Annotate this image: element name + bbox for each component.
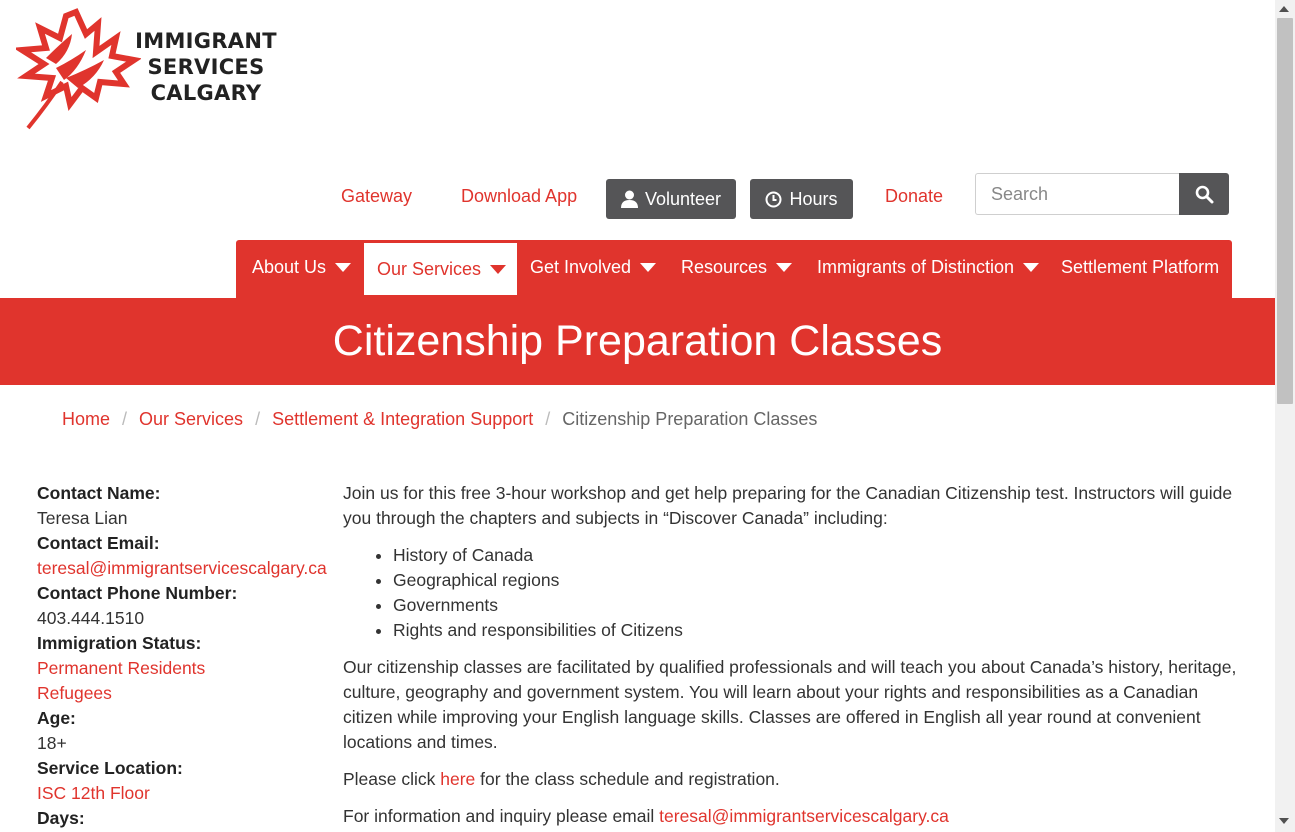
nav-item-get-involved[interactable]: Get Involved bbox=[530, 240, 657, 295]
page: IMMIGRANT SERVICES CALGARY Gateway Downl… bbox=[0, 0, 1275, 832]
search-button[interactable] bbox=[1179, 173, 1229, 215]
list-item: Governments bbox=[393, 593, 1248, 618]
logo-line-1: IMMIGRANT bbox=[135, 29, 277, 53]
status-refugees-link[interactable]: Refugees bbox=[37, 681, 337, 706]
nav-item-label: Our Services bbox=[377, 258, 482, 279]
nav-item-about-us[interactable]: About Us bbox=[252, 240, 352, 295]
description-paragraph: Our citizenship classes are facilitated … bbox=[343, 657, 1237, 752]
age-label: Age: bbox=[37, 708, 76, 728]
contact-phone-value: 403.444.1510 bbox=[37, 608, 145, 628]
contact-name-label: Contact Name: bbox=[37, 483, 161, 503]
caret-down-icon bbox=[776, 263, 793, 272]
list-item: Geographical regions bbox=[393, 568, 1248, 593]
scroll-down-arrow-icon[interactable] bbox=[1279, 818, 1289, 824]
breadcrumb-our-services[interactable]: Our Services bbox=[139, 409, 243, 430]
maple-leaf-icon bbox=[16, 8, 141, 130]
inquiry-paragraph: For information and inquiry please email… bbox=[343, 804, 1248, 829]
list-item: Rights and responsibilities of Citizens bbox=[393, 618, 1248, 643]
page-title-banner: Citizenship Preparation Classes bbox=[0, 298, 1275, 385]
volunteer-label: Volunteer bbox=[644, 188, 722, 209]
schedule-paragraph: Please click here for the class schedule… bbox=[343, 767, 1248, 792]
breadcrumb-current: Citizenship Preparation Classes bbox=[562, 409, 818, 429]
days-label: Days: bbox=[37, 808, 85, 828]
nav-item-label: Settlement Platform bbox=[1061, 257, 1220, 277]
nav-item-settlement-platform[interactable]: Settlement Platform bbox=[1061, 240, 1219, 295]
caret-down-icon bbox=[1023, 263, 1040, 272]
intro-paragraph: Join us for this free 3-hour workshop an… bbox=[343, 483, 1233, 528]
caret-down-icon bbox=[640, 263, 657, 272]
site-logo[interactable]: IMMIGRANT SERVICES CALGARY bbox=[16, 8, 286, 130]
nav-item-resources[interactable]: Resources bbox=[681, 240, 793, 295]
gateway-link[interactable]: Gateway bbox=[341, 186, 412, 207]
user-icon bbox=[620, 190, 638, 208]
hours-button[interactable]: Hours bbox=[750, 179, 853, 219]
main-nav: About Us Our Services Get Involved Resou… bbox=[236, 240, 1232, 298]
download-app-link[interactable]: Download App bbox=[461, 186, 577, 207]
scrollbar-thumb[interactable] bbox=[1277, 18, 1293, 404]
immigration-status-label: Immigration Status: bbox=[37, 633, 202, 653]
nav-item-immigrants-of-distinction[interactable]: Immigrants of Distinction bbox=[817, 240, 1040, 295]
contact-name-value: Teresa Lian bbox=[37, 508, 128, 528]
logo-line-2: SERVICES bbox=[147, 55, 265, 79]
status-permanent-residents-link[interactable]: Permanent Residents bbox=[37, 656, 337, 681]
breadcrumb-separator: / bbox=[122, 409, 128, 429]
contact-phone-label: Contact Phone Number: bbox=[37, 583, 238, 603]
search-form bbox=[975, 173, 1229, 215]
schedule-prefix: Please click bbox=[343, 769, 441, 789]
breadcrumb-separator: / bbox=[255, 409, 261, 429]
nav-item-label: Resources bbox=[681, 257, 768, 277]
breadcrumb: Home / Our Services / Settlement & Integ… bbox=[62, 409, 817, 430]
logo-line-3: CALGARY bbox=[150, 81, 262, 105]
volunteer-button[interactable]: Volunteer bbox=[606, 179, 736, 219]
nav-item-label: About Us bbox=[252, 257, 327, 277]
search-icon bbox=[1195, 185, 1213, 203]
logo-wordmark: IMMIGRANT SERVICES CALGARY bbox=[126, 28, 286, 106]
contact-email-label: Contact Email: bbox=[37, 533, 160, 553]
service-description: Join us for this free 3-hour workshop an… bbox=[343, 481, 1248, 832]
inquiry-prefix: For information and inquiry please email bbox=[343, 806, 660, 826]
caret-down-icon bbox=[490, 264, 507, 274]
breadcrumb-home[interactable]: Home bbox=[62, 409, 110, 430]
search-input[interactable] bbox=[975, 173, 1179, 215]
contact-email-link[interactable]: teresal@immigrantservicescalgary.ca bbox=[37, 556, 337, 581]
list-item: History of Canada bbox=[393, 543, 1248, 568]
nav-item-label: Immigrants of Distinction bbox=[817, 257, 1015, 277]
schedule-here-link[interactable]: here bbox=[440, 769, 475, 789]
inquiry-email-link[interactable]: teresal@immigrantservicescalgary.ca bbox=[659, 806, 949, 826]
schedule-suffix: for the class schedule and registration. bbox=[475, 769, 780, 789]
service-location-label: Service Location: bbox=[37, 758, 183, 778]
age-value: 18+ bbox=[37, 733, 67, 753]
scroll-up-arrow-icon[interactable] bbox=[1279, 6, 1289, 12]
breadcrumb-settlement-integration[interactable]: Settlement & Integration Support bbox=[272, 409, 533, 430]
topics-list: History of Canada Geographical regions G… bbox=[343, 543, 1248, 643]
nav-item-label: Get Involved bbox=[530, 257, 632, 277]
nav-item-our-services[interactable]: Our Services bbox=[364, 243, 517, 295]
service-location-link[interactable]: ISC 12th Floor bbox=[37, 781, 337, 806]
donate-link[interactable]: Donate bbox=[885, 186, 943, 207]
page-title: Citizenship Preparation Classes bbox=[332, 317, 943, 365]
clock-icon bbox=[765, 191, 782, 207]
caret-down-icon bbox=[335, 263, 352, 272]
hours-label: Hours bbox=[789, 188, 838, 209]
breadcrumb-separator: / bbox=[545, 409, 551, 429]
service-details-sidebar: Contact Name: Teresa Lian Contact Email:… bbox=[37, 481, 337, 831]
